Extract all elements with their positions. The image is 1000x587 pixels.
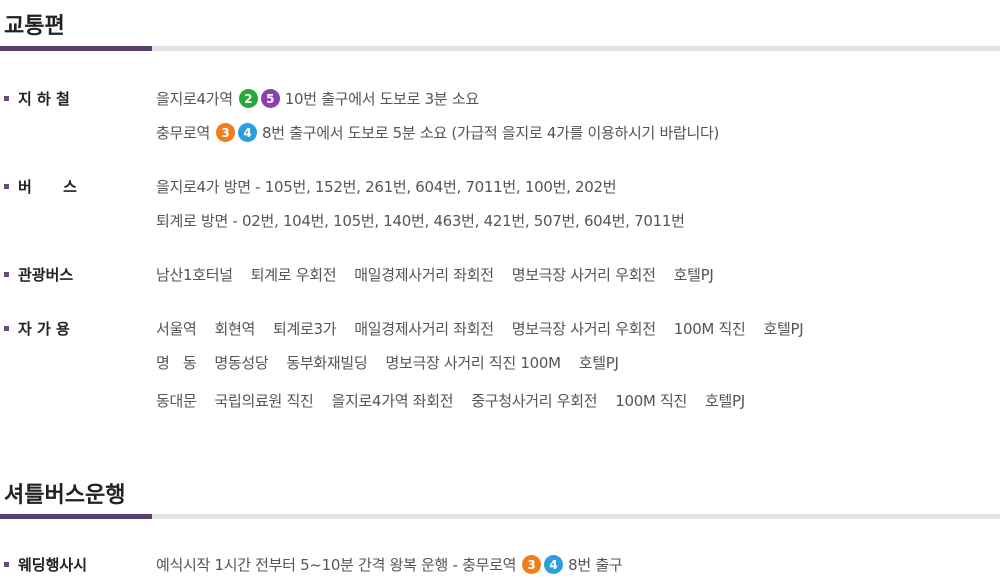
line-2-badge-icon: 2 xyxy=(238,89,258,108)
route-step: 명동성당 xyxy=(214,354,269,372)
car-label: 자 가 용 xyxy=(4,318,70,339)
shuttle-label-text: 웨딩행사시 xyxy=(18,556,88,574)
car-route-1: 서울역 회현역 퇴계로3가 매일경제사거리 좌회전 명보극장 사거리 우회전 1… xyxy=(156,318,821,339)
station-name: 을지로4가역 xyxy=(156,90,233,108)
car-route-2: 명 동 명동성당 동부화재빌딩 명보극장 사거리 직진 100M 호텔PJ xyxy=(156,352,637,373)
bus-line-1: 을지로4가 방면 - 105번, 152번, 261번, 604번, 7011번… xyxy=(156,178,617,196)
route-step: 호텔PJ xyxy=(578,354,619,372)
directions-text: 10번 출구에서 도보로 3분 소요 xyxy=(284,90,479,108)
route-step: 명보극장 사거리 직진 100M xyxy=(385,354,561,372)
bullet-icon xyxy=(4,96,9,101)
route-step: 호텔PJ xyxy=(705,392,745,410)
route-step: 을지로4가역 좌회전 xyxy=(331,392,454,410)
car-label-text: 자 가 용 xyxy=(18,320,70,338)
bus-label-text: 버 스 xyxy=(18,178,77,196)
car-route-3: 동대문 국립의료원 직진 을지로4가역 좌회전 중구청사거리 우회전 100M … xyxy=(156,390,763,411)
subway-label: 지 하 철 xyxy=(4,88,70,109)
route-step: 회현역 xyxy=(214,320,256,338)
bullet-icon xyxy=(4,272,9,277)
route-step: 100M 직진 xyxy=(615,392,688,410)
route-step: 호텔PJ xyxy=(673,266,714,284)
route-step: 명 동 xyxy=(156,354,197,372)
bullet-icon xyxy=(4,326,9,331)
shuttle-label: 웨딩행사시 xyxy=(4,554,87,575)
section-title-shuttle: 셔틀버스운행 xyxy=(4,483,126,508)
route-step: 동대문 xyxy=(156,392,197,410)
station-name: 충무로역 xyxy=(156,124,211,142)
shuttle-info: 예식시작 1시간 전부터 5~10분 간격 왕복 운행 - 충무로역 3 4 8… xyxy=(156,554,623,575)
route-step: 국립의료원 직진 xyxy=(214,392,314,410)
tourbus-route: 남산1호터널 퇴계로 우회전 매일경제사거리 좌회전 명보극장 사거리 우회전 … xyxy=(156,264,732,285)
route-step: 서울역 xyxy=(156,320,197,338)
subway-label-text: 지 하 철 xyxy=(18,90,70,108)
subway-line-1: 을지로4가역 2 5 10번 출구에서 도보로 3분 소요 xyxy=(156,88,479,109)
divider-accent xyxy=(0,46,152,51)
route-step: 명보극장 사거리 우회전 xyxy=(511,320,656,338)
line-5-badge-icon: 5 xyxy=(260,89,280,108)
line-3-badge-icon: 3 xyxy=(216,123,236,142)
shuttle-schedule-text: 예식시작 1시간 전부터 5~10분 간격 왕복 운행 - 충무로역 xyxy=(156,556,517,574)
section-divider xyxy=(0,514,1000,519)
route-step: 남산1호터널 xyxy=(156,266,233,284)
section-title-transport: 교통편 xyxy=(4,14,65,39)
route-step: 퇴계로 우회전 xyxy=(250,266,337,284)
tourbus-label-text: 관광버스 xyxy=(18,266,74,284)
route-step: 동부화재빌딩 xyxy=(286,354,368,372)
line-4-badge-icon: 4 xyxy=(544,555,564,574)
line-3-badge-icon: 3 xyxy=(522,555,542,574)
route-step: 매일경제사거리 좌회전 xyxy=(354,266,494,284)
bullet-icon xyxy=(4,562,9,567)
bullet-icon xyxy=(4,184,9,189)
divider-accent xyxy=(0,514,152,519)
route-step: 호텔PJ xyxy=(763,320,804,338)
route-step: 중구청사거리 우회전 xyxy=(471,392,598,410)
tourbus-label: 관광버스 xyxy=(4,264,73,285)
route-step: 명보극장 사거리 우회전 xyxy=(511,266,656,284)
line-4-badge-icon: 4 xyxy=(238,123,258,142)
section-divider xyxy=(0,46,1000,51)
exit-text: 8번 출구 xyxy=(568,556,623,574)
route-step: 퇴계로3가 xyxy=(273,320,337,338)
bus-line-2: 퇴계로 방면 - 02번, 104번, 105번, 140번, 463번, 42… xyxy=(156,212,685,230)
route-step: 매일경제사거리 좌회전 xyxy=(354,320,494,338)
route-step: 100M 직진 xyxy=(673,320,746,338)
directions-text: 8번 출구에서 도보로 5분 소요 (가급적 을지로 4가를 이용하시기 바랍니… xyxy=(262,124,720,142)
bus-label: 버 스 xyxy=(4,176,77,197)
subway-line-2: 충무로역 3 4 8번 출구에서 도보로 5분 소요 (가급적 을지로 4가를 … xyxy=(156,122,719,143)
